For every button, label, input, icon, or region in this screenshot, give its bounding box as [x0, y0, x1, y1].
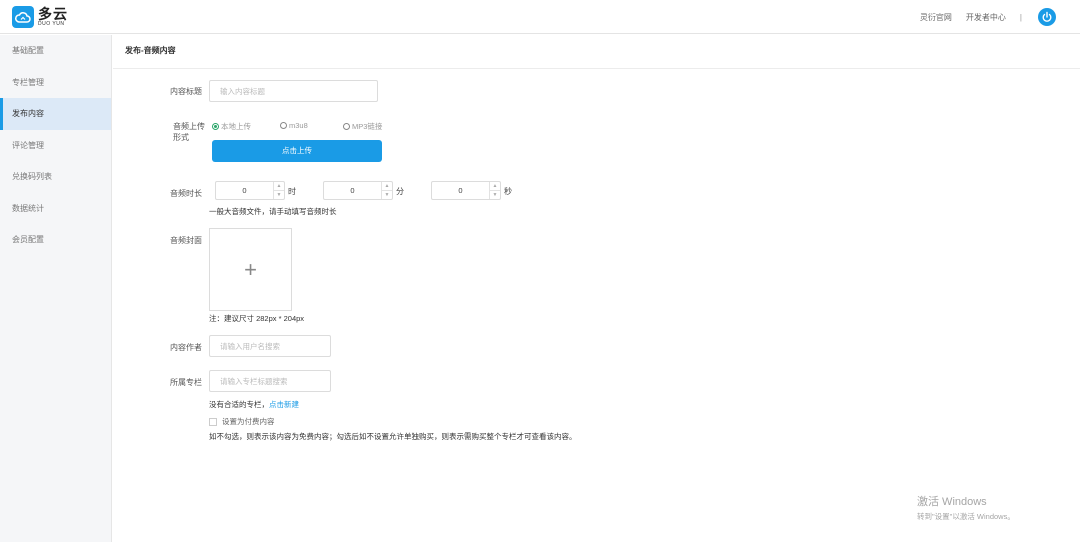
- title-divider: [113, 68, 1080, 69]
- top-header: 多云 DUO YUN 灵衍官网 开发者中心 |: [0, 0, 1080, 34]
- duration-label: 音频时长: [170, 189, 202, 198]
- seconds-stepper[interactable]: 0 ▲ ▼: [431, 181, 501, 200]
- content-title-field[interactable]: [209, 80, 378, 102]
- page-title: 发布-音频内容: [125, 46, 176, 55]
- cover-label: 音频封面: [170, 236, 202, 245]
- duration-hint: 一般大音频文件，请手动填写音频时长: [209, 207, 337, 216]
- click-upload-button[interactable]: 点击上传: [212, 140, 382, 162]
- upload-method-label: 音频上传 形式: [173, 122, 205, 142]
- sidebar: 基础配置 专栏管理 发布内容 评论管理 兑换码列表 数据统计 会员配置: [0, 35, 112, 542]
- hours-unit: 时: [288, 187, 296, 196]
- header-separator: |: [1019, 13, 1022, 22]
- watermark-subtitle: 转到"设置"以激活 Windows。: [917, 512, 1015, 521]
- logo-subtext: DUO YUN: [38, 21, 65, 27]
- stepper-up-icon[interactable]: ▲: [490, 182, 500, 191]
- column-field[interactable]: [209, 370, 331, 392]
- author-input[interactable]: [210, 336, 330, 356]
- create-column-link[interactable]: 点击新建: [269, 400, 299, 409]
- paid-content-label: 设置为付费内容: [222, 417, 275, 426]
- cloud-logo-icon: [12, 6, 34, 28]
- radio-m3u8[interactable]: m3u8: [280, 121, 308, 130]
- sidebar-item-redeem-codes[interactable]: 兑换码列表: [0, 161, 111, 193]
- stepper-up-icon[interactable]: ▲: [274, 182, 284, 191]
- hours-value[interactable]: 0: [216, 182, 273, 199]
- author-field[interactable]: [209, 335, 331, 357]
- radio-local-upload[interactable]: 本地上传: [212, 121, 251, 132]
- logo[interactable]: 多云 DUO YUN: [12, 6, 68, 28]
- sidebar-item-member-config[interactable]: 会员配置: [0, 224, 111, 256]
- power-icon[interactable]: [1038, 8, 1056, 26]
- stepper-down-icon[interactable]: ▼: [382, 191, 392, 199]
- radio-selected-icon: [212, 123, 219, 130]
- paid-explanation: 如不勾选，则表示该内容为免费内容；勾选后如不设置允许单独购买，则表示需购买整个专…: [209, 432, 577, 441]
- seconds-unit: 秒: [504, 187, 512, 196]
- sidebar-item-column-management[interactable]: 专栏管理: [0, 67, 111, 99]
- hours-stepper[interactable]: 0 ▲ ▼: [215, 181, 285, 200]
- activation-watermark: 激活 Windows 转到"设置"以激活 Windows。: [917, 493, 1015, 522]
- minutes-stepper[interactable]: 0 ▲ ▼: [323, 181, 393, 200]
- radio-unselected-icon: [280, 122, 287, 129]
- minutes-value[interactable]: 0: [324, 182, 381, 199]
- content-title-label: 内容标题: [170, 87, 202, 96]
- no-column-hint: 没有合适的专栏，点击新建: [209, 400, 299, 409]
- column-input[interactable]: [210, 371, 330, 391]
- logo-text: 多云: [38, 6, 68, 22]
- seconds-value[interactable]: 0: [432, 182, 489, 199]
- paid-content-checkbox[interactable]: 设置为付费内容: [209, 416, 275, 427]
- main-content: 发布-音频内容 内容标题 音频上传 形式 本地上传 m3u8 MP3链接 点击上…: [113, 35, 1080, 542]
- column-label: 所属专栏: [170, 378, 202, 387]
- cover-size-note: 注：建议尺寸 282px * 204px: [209, 314, 305, 323]
- checkbox-icon[interactable]: [209, 417, 217, 426]
- sidebar-item-statistics[interactable]: 数据统计: [0, 193, 111, 225]
- stepper-down-icon[interactable]: ▼: [490, 191, 500, 199]
- sidebar-item-publish-content[interactable]: 发布内容: [0, 98, 111, 130]
- cover-upload-box[interactable]: +: [209, 228, 292, 311]
- radio-unselected-icon: [343, 123, 350, 130]
- stepper-up-icon[interactable]: ▲: [382, 182, 392, 191]
- content-title-input[interactable]: [210, 81, 377, 101]
- header-link-official-site[interactable]: 灵衍官网: [920, 12, 952, 23]
- radio-mp3-link[interactable]: MP3链接: [343, 121, 382, 132]
- sidebar-item-basic-config[interactable]: 基础配置: [0, 35, 111, 67]
- sidebar-item-comment-management[interactable]: 评论管理: [0, 130, 111, 162]
- minutes-unit: 分: [396, 187, 404, 196]
- watermark-title: 激活 Windows: [917, 496, 987, 508]
- plus-icon: +: [244, 256, 257, 282]
- header-link-developer-center[interactable]: 开发者中心: [966, 12, 1006, 23]
- author-label: 内容作者: [170, 343, 202, 352]
- stepper-down-icon[interactable]: ▼: [274, 191, 284, 199]
